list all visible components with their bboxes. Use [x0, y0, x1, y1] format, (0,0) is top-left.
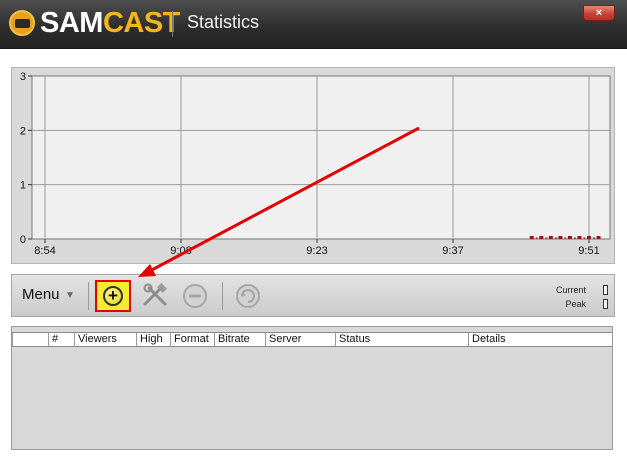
toolbar: Menu ▼ + Current Peak: [11, 274, 615, 317]
logo-text-cast: CAST: [102, 7, 180, 39]
column-header[interactable]: Viewers: [74, 333, 136, 346]
column-header[interactable]: Bitrate: [214, 333, 265, 346]
column-header[interactable]: Status: [335, 333, 468, 346]
x-tick-label: 9:51: [578, 245, 599, 257]
y-tick-label: 0: [20, 234, 26, 246]
plus-circle-icon: +: [103, 286, 123, 306]
current-indicator: [603, 285, 608, 295]
menu-button[interactable]: Menu: [22, 286, 60, 303]
column-header[interactable]: Server: [265, 333, 335, 346]
column-header[interactable]: #: [48, 333, 74, 346]
title-divider: [172, 11, 173, 37]
y-tick-label: 2: [20, 125, 26, 137]
plus-glyph: +: [108, 286, 118, 305]
x-tick-label: 8:54: [34, 245, 55, 257]
table-header: # Viewers High Format Bitrate Server Status Det…: [12, 332, 612, 347]
y-tick-label: 1: [20, 180, 26, 192]
x-tick-label: 9:37: [442, 245, 463, 257]
x-tick-label: 9:08: [170, 245, 191, 257]
statistics-chart-panel: 0 1 2 3 8:54 9:08 9:23 9:37 9:51: [11, 67, 615, 264]
chevron-down-icon[interactable]: ▼: [65, 290, 75, 301]
toolbar-divider: [222, 282, 223, 310]
close-button[interactable]: ×: [583, 5, 615, 21]
peak-label: Peak: [565, 299, 586, 309]
peak-indicator: [603, 299, 608, 309]
logo-text-sam: SAM: [40, 7, 103, 39]
samcast-logo-icon: [9, 10, 35, 36]
column-header[interactable]: [12, 333, 48, 346]
streams-table: # Viewers High Format Bitrate Server Status Det…: [11, 326, 613, 450]
plot-area: [31, 75, 611, 240]
y-tick-label: 3: [20, 71, 26, 83]
column-header[interactable]: Format: [170, 333, 214, 346]
tools-icon[interactable]: [140, 283, 170, 314]
minus-circle-icon[interactable]: [182, 283, 208, 314]
stat-labels: Current Peak: [556, 283, 586, 311]
app-logo: SAMCAST: [40, 6, 180, 40]
column-header[interactable]: High: [136, 333, 170, 346]
current-label: Current: [555, 285, 586, 295]
refresh-icon[interactable]: [234, 283, 262, 314]
title-bar: SAMCAST Statistics ×: [0, 0, 627, 49]
x-tick-label: 9:23: [306, 245, 327, 257]
add-button[interactable]: +: [95, 280, 131, 312]
statistics-chart: 0 1 2 3 8:54 9:08 9:23 9:37 9:51: [20, 71, 611, 257]
window-title: Statistics: [187, 12, 260, 32]
toolbar-divider: [88, 282, 89, 310]
column-header[interactable]: Details: [468, 333, 598, 346]
